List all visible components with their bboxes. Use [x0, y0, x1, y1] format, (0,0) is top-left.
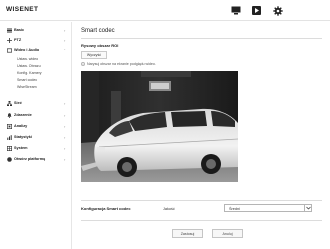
sidebar-item-ptz[interactable]: PTZ ›	[0, 35, 72, 45]
sidebar-subitem-camera-setup[interactable]: Konfig. Kamery	[17, 71, 42, 75]
sidebar-item-system[interactable]: System ›	[0, 143, 72, 153]
sidebar-subitem-wisestream[interactable]: WiseStream	[17, 85, 37, 89]
video-preview[interactable]	[81, 71, 238, 182]
sidebar-item-analytics[interactable]: Analizy ›	[0, 121, 72, 131]
analytics-icon	[6, 123, 12, 129]
network-icon	[6, 100, 12, 106]
chevron-right-icon: ›	[64, 37, 66, 43]
sidebar-subitem-video-setup[interactable]: Ustaw. wideo	[17, 57, 38, 61]
sidebar-item-basic[interactable]: Basic ›	[0, 25, 72, 35]
quality-label: Jakość	[163, 207, 175, 211]
sidebar: Basic › PTZ › Wideo i Audio ˇ Ustaw. wid…	[0, 22, 72, 249]
sidebar-item-label: Wideo i Audio	[14, 48, 40, 52]
chevron-down-icon	[304, 204, 311, 212]
chevron-right-icon: ›	[64, 100, 66, 106]
roi-section-label: Rysowy obszar ROI	[81, 43, 119, 48]
sidebar-subitem-image-setup[interactable]: Ustaw. Obrazu	[17, 64, 41, 68]
chevron-right-icon: ›	[64, 134, 66, 140]
main-content: Smart codec Rysowy obszar ROI Wyczyść Na…	[73, 22, 330, 249]
chevron-down-icon: ˇ	[64, 47, 66, 53]
chevron-right-icon: ›	[64, 156, 66, 162]
sidebar-item-network[interactable]: Sieć ›	[0, 98, 72, 108]
logo: WISENET	[6, 6, 39, 13]
hint-label: Narysuj obszar na ekranie podglądu wideo…	[87, 62, 156, 66]
sidebar-item-label: Zdarzenie	[14, 113, 32, 117]
sidebar-item-label: Analizy	[14, 124, 28, 128]
page-title: Smart codec	[81, 28, 115, 34]
open-platform-icon	[6, 156, 12, 162]
clear-button[interactable]: Wyczyść	[81, 51, 107, 59]
sidebar-item-label: Sieć	[14, 101, 22, 105]
chevron-right-icon: ›	[64, 145, 66, 151]
sidebar-item-label: System	[14, 146, 28, 150]
basic-icon	[6, 27, 12, 33]
sidebar-item-video-audio[interactable]: Wideo i Audio ˇ	[0, 45, 72, 55]
ptz-icon	[6, 37, 12, 43]
statistics-icon	[6, 134, 12, 140]
divider	[81, 220, 322, 221]
top-bar: WISENET	[0, 0, 330, 21]
play-icon[interactable]	[251, 5, 262, 16]
quality-select-value: Średni	[229, 206, 240, 211]
sidebar-item-label: Otwórz platformę	[14, 157, 46, 161]
cancel-button[interactable]: Anuluj	[212, 229, 243, 238]
sidebar-item-event[interactable]: Zdarzenie ›	[0, 110, 72, 120]
chevron-right-icon: ›	[64, 123, 66, 129]
divider	[81, 200, 322, 201]
sidebar-subitem-smart-codec[interactable]: Smart codec	[17, 78, 37, 82]
hint-text: Narysuj obszar na ekranie podglądu wideo…	[81, 62, 156, 66]
config-label: Konfiguracja Smart codec	[81, 206, 131, 211]
chevron-right-icon: ›	[64, 27, 66, 33]
monitor-icon[interactable]	[230, 5, 241, 16]
sidebar-item-label: Statystyki	[14, 135, 32, 139]
gear-icon[interactable]	[272, 5, 283, 16]
sidebar-item-label: Basic	[14, 28, 25, 32]
apply-button[interactable]: Zastosuj	[172, 229, 203, 238]
divider	[81, 38, 322, 39]
video-frame-image	[81, 71, 238, 182]
chevron-right-icon: ›	[64, 112, 66, 118]
event-icon	[6, 112, 12, 118]
info-icon	[81, 62, 85, 66]
system-icon	[6, 145, 12, 151]
video-audio-icon	[6, 47, 12, 53]
sidebar-item-label: PTZ	[14, 38, 22, 42]
quality-select[interactable]: Średni	[224, 204, 312, 212]
sidebar-item-open-platform[interactable]: Otwórz platformę ›	[0, 154, 72, 164]
sidebar-item-statistics[interactable]: Statystyki ›	[0, 132, 72, 142]
